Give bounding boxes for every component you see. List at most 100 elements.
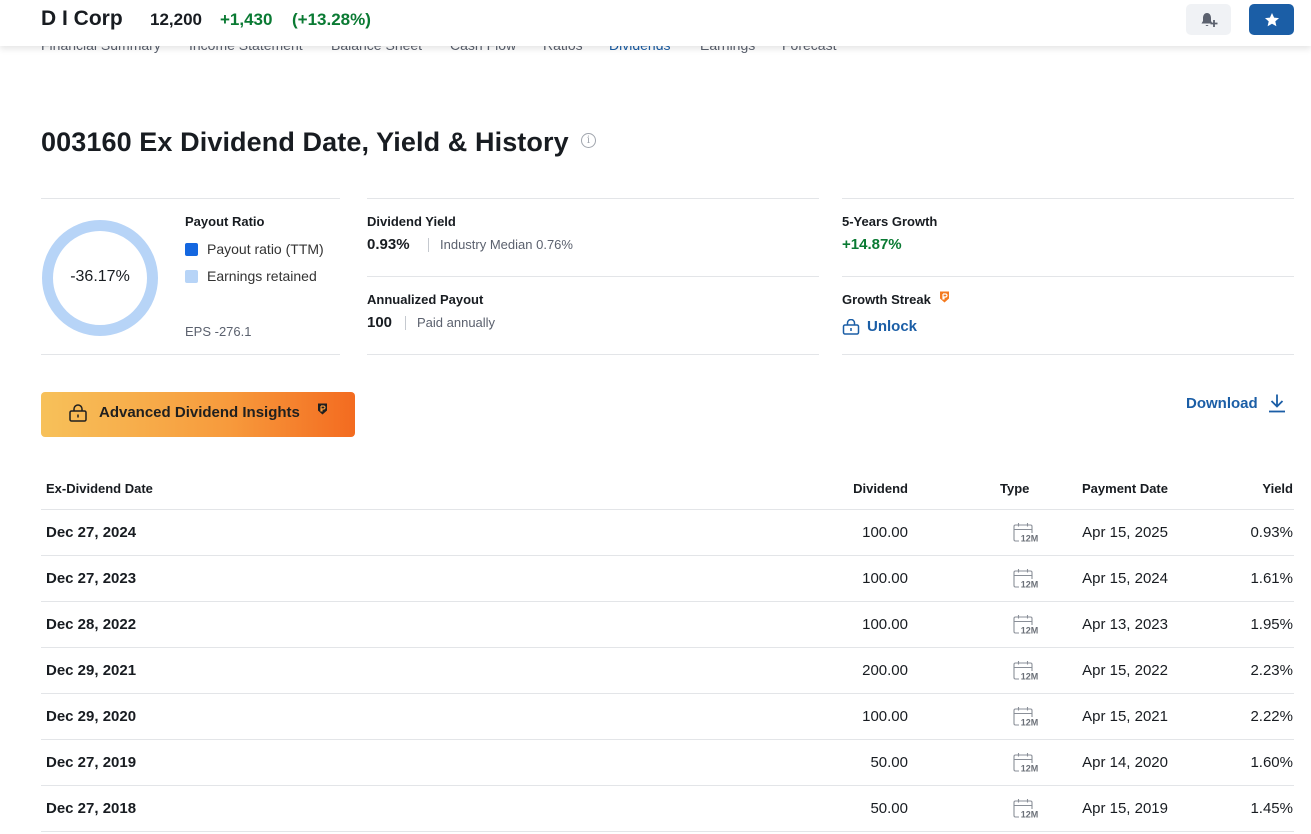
table-row: Dec 27, 2019 50.00 12M Apr 14, 2020 1.60… [41,740,1294,786]
divider [367,198,819,199]
dividend-amount: 100.00 [862,708,908,725]
legend-swatch-retained [185,270,198,283]
separator [428,238,429,252]
dividend-amount: 50.00 [870,800,908,817]
payment-date: Apr 15, 2024 [1082,570,1168,587]
dividend-amount: 50.00 [870,754,908,771]
svg-text:12M: 12M [1021,580,1039,590]
dividend-amount: 200.00 [862,662,908,679]
column-type[interactable]: Type [1000,481,1029,496]
svg-text:12M: 12M [1021,718,1039,728]
download-icon [1268,394,1285,413]
ex-dividend-date: Dec 28, 2022 [46,616,137,633]
column-payment-date[interactable]: Payment Date [1082,481,1168,496]
table-row: Dec 29, 2020 100.00 12M Apr 15, 2021 2.2… [41,694,1294,740]
column-dividend[interactable]: Dividend [853,481,908,496]
calendar-12m-icon: 12M [1013,799,1040,820]
divider [842,354,1294,355]
dividend-yield: 1.95% [1250,616,1293,633]
lock-icon [69,404,87,422]
ex-dividend-date: Dec 27, 2023 [46,570,137,587]
dividend-yield: 2.22% [1250,708,1293,725]
column-yield[interactable]: Yield [1262,481,1293,496]
download-label: Download [1186,394,1258,412]
company-name: D I Corp [41,7,123,30]
dividend-amount: 100.00 [862,570,908,587]
table-row: Dec 27, 2023 100.00 12M Apr 15, 2024 1.6… [41,556,1294,602]
price-change: +1,430 [220,10,273,29]
star-icon [1264,12,1279,26]
annualized-payout-label: Annualized Payout [367,292,484,307]
payment-date: Apr 15, 2025 [1082,524,1168,541]
pro-badge-icon [318,403,327,415]
svg-text:12M: 12M [1021,764,1039,774]
eps-value: EPS -276.1 [185,324,252,339]
table-row: Dec 27, 2018 50.00 12M Apr 15, 2019 1.45… [41,786,1294,832]
dividend-yield: 2.23% [1250,662,1293,679]
calendar-12m-icon: 12M [1013,753,1040,774]
dividend-amount: 100.00 [862,616,908,633]
calendar-12m-icon: 12M [1013,615,1040,636]
five-year-growth-value: +14.87% [842,236,902,253]
payout-frequency: Paid annually [417,315,496,330]
five-year-growth-label: 5-Years Growth [842,214,938,229]
calendar-12m-icon: 12M [1013,661,1040,682]
separator [405,316,406,330]
dividend-history-table: Ex-Dividend Date Dividend Type Payment D… [41,470,1294,832]
unlock-growth-streak-button[interactable]: Unlock [842,318,917,335]
divider [41,354,340,355]
legend-earnings-retained: Earnings retained [207,268,317,284]
info-icon[interactable]: i [581,133,596,148]
table-row: Dec 28, 2022 100.00 12M Apr 13, 2023 1.9… [41,602,1294,648]
column-ex-dividend-date[interactable]: Ex-Dividend Date [46,481,153,496]
create-alert-button[interactable] [1186,4,1231,35]
table-row: Dec 29, 2021 200.00 12M Apr 15, 2022 2.2… [41,648,1294,694]
payout-ratio-value: -36.17% [70,268,130,285]
calendar-12m-icon: 12M [1013,523,1040,544]
bell-plus-icon [1201,12,1217,27]
calendar-12m-icon: 12M [1013,707,1040,728]
svg-text:12M: 12M [1021,810,1039,820]
download-button[interactable]: Download [1186,393,1286,413]
svg-text:12M: 12M [1021,672,1039,682]
ex-dividend-date: Dec 27, 2019 [46,754,137,771]
svg-text:12M: 12M [1021,534,1039,544]
industry-median: Industry Median 0.76% [440,237,573,252]
dividend-yield-value: 0.93% [367,236,410,253]
payment-date: Apr 15, 2022 [1082,662,1168,679]
table-body: Dec 27, 2024 100.00 12M Apr 15, 2025 0.9… [41,510,1294,832]
sticky-header: D I Corp 12,200 +1,430 (+13.28%) [0,0,1311,46]
divider [41,198,340,199]
advanced-dividend-insights-button[interactable]: Advanced Dividend Insights [41,392,355,437]
divider [842,198,1294,199]
unlock-label: Unlock [867,318,918,335]
table-row: Dec 27, 2024 100.00 12M Apr 15, 2025 0.9… [41,510,1294,556]
dividend-yield-label: Dividend Yield [367,214,456,229]
calendar-12m-icon: 12M [1013,569,1040,590]
dividend-yield: 1.60% [1250,754,1293,771]
add-to-watchlist-button[interactable] [1249,4,1294,35]
stock-price: 12,200 [150,10,202,29]
dividend-amount: 100.00 [862,524,908,541]
page-title: 003160 Ex Dividend Date, Yield & History [41,127,569,157]
legend-payout-ttm: Payout ratio (TTM) [207,241,324,257]
payment-date: Apr 14, 2020 [1082,754,1168,771]
divider [367,276,819,277]
lock-icon [842,318,860,335]
ex-dividend-date: Dec 27, 2024 [46,524,137,541]
divider [842,276,1294,277]
dividend-yield: 1.61% [1250,570,1293,587]
payout-ratio-label: Payout Ratio [185,214,265,229]
divider [367,354,819,355]
pro-badge-icon [940,291,949,303]
insights-label: Advanced Dividend Insights [99,404,300,421]
price-change-percent: (+13.28%) [292,10,371,29]
growth-streak-label: Growth Streak [842,292,931,307]
payment-date: Apr 15, 2019 [1082,800,1168,817]
legend-swatch-ttm [185,243,198,256]
svg-text:12M: 12M [1021,626,1039,636]
ex-dividend-date: Dec 29, 2020 [46,708,137,725]
dividend-yield: 0.93% [1250,524,1293,541]
dividend-yield: 1.45% [1250,800,1293,817]
payment-date: Apr 13, 2023 [1082,616,1168,633]
